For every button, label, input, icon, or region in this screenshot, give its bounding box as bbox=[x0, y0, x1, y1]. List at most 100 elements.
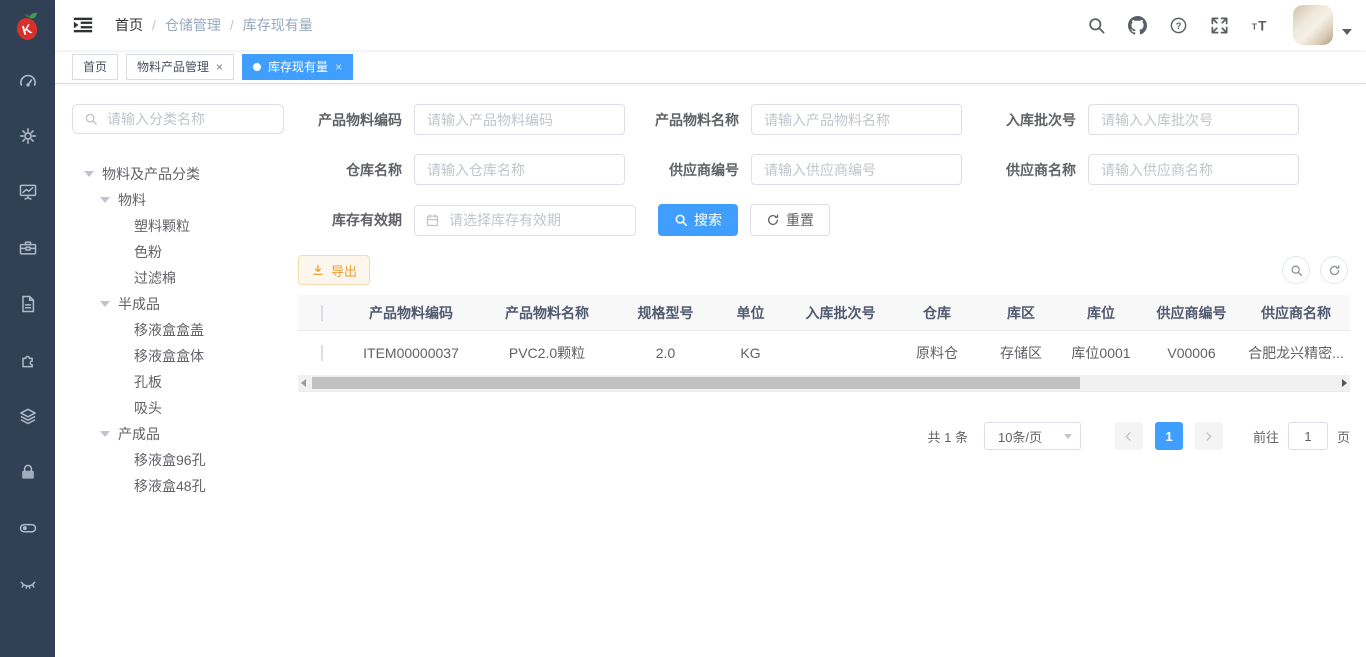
tree-expand-caret-icon[interactable] bbox=[100, 431, 110, 437]
app-window: K bbox=[0, 0, 1366, 657]
page-size-value: 10条/页 bbox=[998, 427, 1042, 446]
font-size-icon[interactable]: T T bbox=[1240, 0, 1281, 50]
next-page-button[interactable] bbox=[1195, 422, 1223, 450]
prev-page-button[interactable] bbox=[1115, 422, 1143, 450]
tree-node-semifinished[interactable]: 半成品 bbox=[72, 291, 284, 317]
sidebar-item-monitor[interactable] bbox=[0, 164, 55, 220]
column-header-unit: 单位 bbox=[713, 303, 788, 323]
column-header-location: 库位 bbox=[1061, 303, 1141, 323]
refresh-table-button[interactable] bbox=[1320, 256, 1348, 284]
tree-node-leaf[interactable]: 移液盒盒体 bbox=[72, 343, 284, 369]
tab-close-icon[interactable]: × bbox=[216, 61, 223, 73]
svg-text:T: T bbox=[1258, 18, 1267, 33]
download-icon bbox=[311, 263, 325, 277]
tree-node-leaf[interactable]: 吸头 bbox=[72, 395, 284, 421]
column-header-supplier-name: 供应商名称 bbox=[1242, 303, 1350, 323]
sidebar-item-plugin[interactable] bbox=[0, 332, 55, 388]
puzzle-icon bbox=[18, 350, 38, 370]
tree-node-label: 吸头 bbox=[134, 398, 162, 418]
table-row[interactable]: ITEM00000037 PVC2.0颗粒 2.0 KG 原料仓 存储区 库位0… bbox=[298, 331, 1350, 375]
export-button[interactable]: 导出 bbox=[298, 255, 370, 285]
reset-button[interactable]: 重置 bbox=[750, 204, 830, 236]
page-number-button[interactable]: 1 bbox=[1155, 422, 1183, 450]
toggle-search-button[interactable] bbox=[1282, 256, 1310, 284]
tree-node-label: 过滤棉 bbox=[134, 268, 176, 288]
user-avatar[interactable] bbox=[1293, 5, 1333, 45]
supplier-code-input[interactable] bbox=[751, 154, 962, 185]
tree-node-label: 色粉 bbox=[134, 242, 162, 262]
field-expiry-date: 库存有效期 bbox=[298, 205, 636, 236]
select-all-checkbox[interactable] bbox=[321, 305, 323, 321]
batch-no-input[interactable] bbox=[1088, 104, 1299, 135]
work-area: 产品物料编码 产品物料名称 入库批次号 仓库名称 bbox=[298, 104, 1350, 657]
scroll-right-arrow-icon[interactable] bbox=[1342, 379, 1347, 387]
gear-icon bbox=[18, 126, 38, 146]
tab-close-icon[interactable]: × bbox=[335, 61, 342, 73]
page-size-select[interactable]: 10条/页 bbox=[984, 422, 1081, 450]
main-area: 首页 / 仓储管理 / 库存现有量 bbox=[55, 0, 1366, 657]
sidebar-item-document[interactable] bbox=[0, 276, 55, 332]
field-item-code: 产品物料编码 bbox=[298, 104, 625, 135]
fullscreen-icon[interactable] bbox=[1199, 0, 1240, 50]
tree-search-input[interactable] bbox=[105, 110, 272, 128]
cell-item-name: PVC2.0颗粒 bbox=[476, 343, 618, 363]
header-search-icon[interactable] bbox=[1076, 0, 1117, 50]
sidebar-item-layers[interactable] bbox=[0, 388, 55, 444]
tree-node-leaf[interactable]: 孔板 bbox=[72, 369, 284, 395]
tree-expand-caret-icon[interactable] bbox=[100, 301, 110, 307]
expiry-date-input[interactable] bbox=[447, 211, 625, 229]
help-icon[interactable]: ? bbox=[1158, 0, 1199, 50]
tab-material-product[interactable]: 物料产品管理 × bbox=[126, 54, 234, 80]
sidebar-item-toggle[interactable] bbox=[0, 500, 55, 556]
tree-node-leaf[interactable]: 塑料颗粒 bbox=[72, 213, 284, 239]
tree-node-leaf[interactable]: 过滤棉 bbox=[72, 265, 284, 291]
tree-node-root[interactable]: 物料及产品分类 bbox=[72, 161, 284, 187]
search-button[interactable]: 搜索 bbox=[658, 204, 738, 236]
sidebar-item-lock[interactable] bbox=[0, 444, 55, 500]
user-menu[interactable] bbox=[1293, 5, 1352, 45]
calendar-icon bbox=[425, 213, 440, 228]
github-icon[interactable] bbox=[1117, 0, 1158, 50]
field-supplier-code: 供应商编号 bbox=[635, 154, 962, 185]
tree-expand-caret-icon[interactable] bbox=[84, 171, 94, 177]
row-checkbox[interactable] bbox=[321, 345, 323, 361]
collapse-menu-icon[interactable] bbox=[68, 10, 98, 40]
tree-expand-caret-icon[interactable] bbox=[100, 197, 110, 203]
horizontal-scrollbar[interactable] bbox=[298, 375, 1350, 392]
cell-spec: 2.0 bbox=[618, 345, 713, 361]
sidebar-item-dashboard[interactable] bbox=[0, 52, 55, 108]
tree-node-label: 移液盒盒体 bbox=[134, 346, 204, 366]
item-code-input[interactable] bbox=[414, 104, 625, 135]
field-label: 供应商编号 bbox=[635, 160, 739, 180]
tab-inventory-onhand[interactable]: 库存现有量 × bbox=[242, 54, 353, 80]
breadcrumb-home[interactable]: 首页 bbox=[115, 15, 143, 35]
export-button-label: 导出 bbox=[331, 261, 357, 280]
breadcrumb-warehouse[interactable]: 仓储管理 bbox=[165, 15, 221, 35]
cell-supplier-code: V00006 bbox=[1141, 345, 1242, 361]
warehouse-name-input[interactable] bbox=[414, 154, 625, 185]
tree-node-material[interactable]: 物料 bbox=[72, 187, 284, 213]
tree-node-leaf[interactable]: 移液盒盒盖 bbox=[72, 317, 284, 343]
tree-node-leaf[interactable]: 移液盒96孔 bbox=[72, 447, 284, 473]
tree-node-leaf[interactable]: 色粉 bbox=[72, 239, 284, 265]
sidebar-item-theme[interactable] bbox=[0, 556, 55, 612]
filter-row-1: 产品物料编码 产品物料名称 入库批次号 bbox=[298, 104, 1350, 135]
item-name-input[interactable] bbox=[751, 104, 962, 135]
goto-page-input[interactable] bbox=[1288, 422, 1328, 450]
supplier-name-input[interactable] bbox=[1088, 154, 1299, 185]
tree-node-leaf[interactable]: 移液盒48孔 bbox=[72, 473, 284, 499]
scroll-left-arrow-icon[interactable] bbox=[301, 379, 306, 387]
sidebar-item-toolbox[interactable] bbox=[0, 220, 55, 276]
field-label: 仓库名称 bbox=[298, 160, 402, 180]
scrollbar-thumb[interactable] bbox=[312, 377, 1080, 389]
refresh-icon bbox=[1328, 264, 1341, 277]
tree-node-finished[interactable]: 产成品 bbox=[72, 421, 284, 447]
field-label: 供应商名称 bbox=[972, 160, 1076, 180]
sidebar-item-settings[interactable] bbox=[0, 108, 55, 164]
tab-home[interactable]: 首页 bbox=[72, 54, 118, 80]
icon-sidebar: K bbox=[0, 0, 55, 657]
app-logo[interactable]: K bbox=[0, 0, 55, 52]
expiry-date-picker[interactable] bbox=[414, 205, 636, 236]
tree-node-label: 移液盒盒盖 bbox=[134, 320, 204, 340]
chevron-down-icon bbox=[1064, 434, 1072, 439]
